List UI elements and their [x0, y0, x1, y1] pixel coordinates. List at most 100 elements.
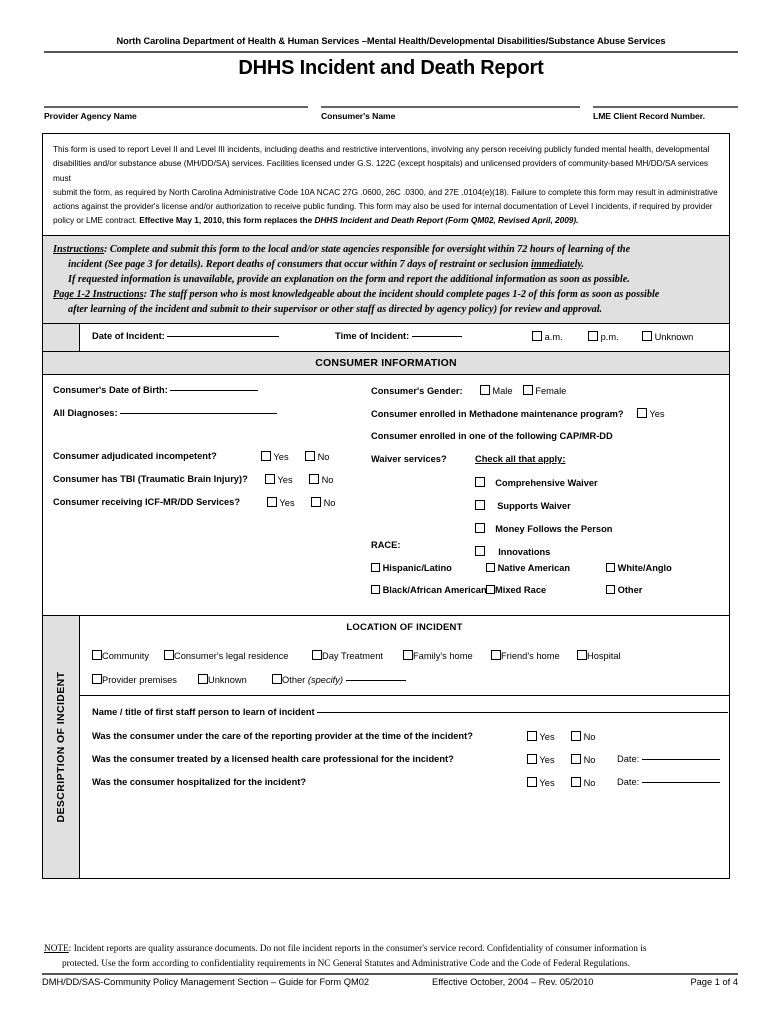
location-option-provider-premises[interactable]: Provider premises — [92, 674, 177, 685]
tbi-yes-checkbox[interactable] — [265, 474, 275, 485]
race-hispanic-checkbox[interactable] — [371, 563, 380, 573]
page-instructions-label: Page 1-2 Instructions — [53, 288, 144, 300]
adjudicated-incompetent-yes-checkbox[interactable] — [261, 451, 271, 462]
identity-line-group: Provider Agency Name Consumer's Name LME… — [44, 106, 738, 132]
race-black-african-american-checkbox[interactable] — [371, 585, 380, 595]
all-diagnoses-input[interactable] — [120, 413, 278, 415]
treated-no-group[interactable]: No — [571, 754, 595, 765]
location-option-hospital[interactable]: Hospital — [577, 650, 621, 661]
location-legal-residence-checkbox[interactable] — [164, 650, 174, 661]
am-checkbox-group[interactable]: a.m. — [532, 331, 563, 342]
instructions-line-2-period: . — [581, 258, 585, 270]
treated-date-input[interactable] — [641, 759, 720, 761]
hospitalized-date-input[interactable] — [641, 782, 720, 784]
am-checkbox[interactable] — [532, 331, 542, 342]
adjudicated-incompetent-yes-group[interactable]: Yes — [261, 451, 289, 462]
race-label: RACE: — [371, 540, 401, 551]
time-of-incident-input[interactable] — [411, 336, 462, 338]
treated-date-group: Date: — [617, 754, 720, 764]
pm-checkbox[interactable] — [588, 331, 598, 342]
race-option-other[interactable]: Other — [606, 585, 642, 595]
adjudicated-incompetent-label: Consumer adjudicated incompetent? — [53, 451, 217, 462]
location-hospital-checkbox[interactable] — [577, 650, 587, 661]
race-option-black-african-american[interactable]: Black/African American — [371, 585, 487, 595]
waiver-innovations-checkbox[interactable] — [475, 546, 485, 557]
race-white-anglo-checkbox[interactable] — [606, 563, 615, 573]
location-of-incident-options: Community Consumer's legal residence Day… — [80, 633, 729, 695]
location-friend-home-checkbox[interactable] — [491, 650, 501, 661]
location-option-family-home[interactable]: Family's home — [403, 650, 473, 661]
treated-yes-group[interactable]: Yes — [527, 754, 555, 765]
race-native-american-checkbox[interactable] — [486, 563, 495, 573]
location-legal-residence-label: Consumer's legal residence — [174, 651, 289, 662]
location-option-friend-home[interactable]: Friend's home — [491, 650, 560, 661]
waiver-supports-checkbox[interactable] — [475, 500, 485, 511]
waiver-option-supports[interactable]: Supports Waiver — [475, 500, 571, 511]
adjudicated-incompetent-no-checkbox[interactable] — [305, 451, 315, 462]
location-other-specify-input[interactable] — [345, 680, 406, 682]
date-of-incident-input[interactable] — [167, 336, 280, 338]
location-unknown-checkbox[interactable] — [198, 674, 208, 685]
location-option-unknown[interactable]: Unknown — [198, 674, 247, 685]
location-other-checkbox[interactable] — [272, 674, 282, 685]
staff-name-input[interactable] — [317, 712, 729, 714]
race-mixed-race-checkbox[interactable] — [486, 585, 495, 595]
adjudicated-incompetent-yes-label: Yes — [273, 452, 289, 463]
race-option-native-american[interactable]: Native American — [486, 563, 570, 573]
intro-line-1: This form is used to report Level II and… — [53, 144, 710, 154]
location-community-checkbox[interactable] — [92, 650, 102, 661]
under-care-no-checkbox[interactable] — [571, 731, 581, 742]
gender-male-checkbox[interactable] — [479, 385, 490, 396]
note-line-2: protected. Use the form according to con… — [62, 958, 630, 969]
race-option-mixed-race[interactable]: Mixed Race — [486, 585, 546, 595]
waiver-comprehensive-checkbox[interactable] — [475, 477, 485, 488]
icfmr-no-group[interactable]: No — [311, 497, 335, 508]
location-option-other[interactable]: Other (specify) — [272, 674, 406, 685]
waiver-option-money-follows[interactable]: Money Follows the Person — [475, 523, 612, 534]
instructions-line-2-text: incident (See page 3 for details). Repor… — [68, 258, 531, 270]
unknown-time-checkbox[interactable] — [642, 331, 652, 342]
lme-client-record-number-field[interactable]: LME Client Record Number. — [593, 106, 738, 121]
location-family-home-checkbox[interactable] — [403, 650, 413, 661]
consumer-name-field[interactable]: Consumer's Name — [321, 106, 580, 121]
icfmr-no-checkbox[interactable] — [311, 497, 321, 508]
treated-no-checkbox[interactable] — [571, 754, 581, 765]
under-care-no-group[interactable]: No — [571, 731, 595, 742]
treated-no-label: No — [583, 755, 596, 766]
hospitalized-yes-checkbox[interactable] — [527, 777, 537, 788]
waiver-option-comprehensive[interactable]: Comprehensive Waiver — [475, 477, 598, 488]
adjudicated-incompetent-no-group[interactable]: No — [305, 451, 329, 462]
location-option-day-treatment[interactable]: Day Treatment — [312, 650, 383, 661]
consumer-dob-input[interactable] — [170, 390, 259, 392]
race-option-hispanic[interactable]: Hispanic/Latino — [371, 563, 452, 573]
tbi-yes-group[interactable]: Yes — [265, 474, 293, 485]
lme-client-record-number-label: LME Client Record Number. — [593, 111, 705, 121]
tbi-no-checkbox[interactable] — [309, 474, 319, 485]
icfmr-yes-group[interactable]: Yes — [267, 497, 295, 508]
location-option-community[interactable]: Community — [92, 650, 149, 661]
hospitalized-yes-group[interactable]: Yes — [527, 777, 555, 788]
race-other-checkbox[interactable] — [606, 585, 615, 595]
race-option-white-anglo[interactable]: White/Anglo — [606, 563, 672, 573]
treated-yes-checkbox[interactable] — [527, 754, 537, 765]
gender-female-checkbox[interactable] — [522, 385, 533, 396]
icfmr-yes-checkbox[interactable] — [267, 497, 277, 508]
pm-checkbox-group[interactable]: p.m. — [588, 331, 619, 342]
icfmr-no-label: No — [323, 498, 336, 509]
provider-agency-name-field[interactable]: Provider Agency Name — [44, 106, 308, 121]
location-option-legal-residence[interactable]: Consumer's legal residence — [164, 650, 288, 661]
methadone-yes-checkbox[interactable] — [636, 408, 647, 419]
tbi-no-group[interactable]: No — [309, 474, 333, 485]
unknown-time-checkbox-group[interactable]: Unknown — [642, 331, 693, 342]
date-of-incident-label: Date of Incident: — [92, 331, 165, 342]
hospitalized-no-checkbox[interactable] — [571, 777, 581, 788]
hospitalized-no-group[interactable]: No — [571, 777, 595, 788]
under-care-yes-group[interactable]: Yes — [527, 731, 555, 742]
waiver-money-follows-checkbox[interactable] — [475, 523, 485, 534]
time-of-incident-label: Time of Incident: — [335, 331, 410, 342]
location-provider-premises-checkbox[interactable] — [92, 674, 102, 685]
under-care-yes-checkbox[interactable] — [527, 731, 537, 742]
intro-paragraph: This form is used to report Level II and… — [43, 134, 729, 235]
location-day-treatment-checkbox[interactable] — [312, 650, 322, 661]
waiver-option-innovations[interactable]: Innovations — [475, 546, 550, 557]
